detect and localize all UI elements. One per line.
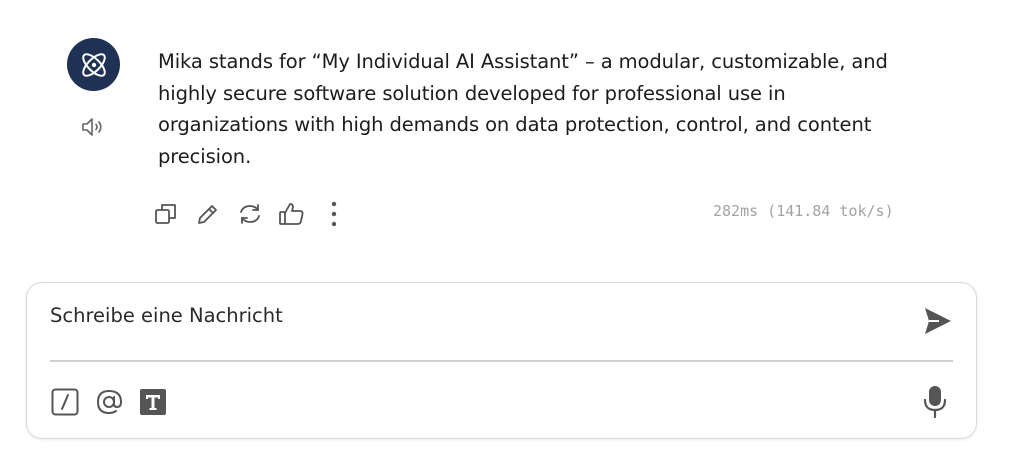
message-composer: [26, 282, 977, 439]
thumbs-up-icon[interactable]: [278, 200, 306, 228]
more-vertical-icon[interactable]: [320, 200, 348, 228]
text-format-icon[interactable]: [138, 387, 168, 417]
speaker-icon[interactable]: [80, 115, 108, 139]
message-input[interactable]: [50, 301, 890, 329]
microphone-icon[interactable]: [923, 385, 947, 419]
generation-stats: 282ms (141.84 tok/s): [713, 202, 894, 220]
assistant-message: Mika stands for “My Individual AI Assist…: [158, 50, 888, 168]
assistant-avatar: [67, 38, 120, 91]
composer-tools: [50, 387, 182, 417]
copy-icon[interactable]: [152, 200, 180, 228]
regenerate-icon[interactable]: [236, 200, 264, 228]
message-actions: [152, 199, 362, 229]
slash-command-icon[interactable]: [50, 387, 80, 417]
send-icon[interactable]: [923, 305, 953, 337]
edit-icon[interactable]: [194, 200, 222, 228]
atom-icon: [81, 52, 106, 77]
mention-icon[interactable]: [94, 387, 124, 417]
composer-divider: [50, 360, 953, 362]
